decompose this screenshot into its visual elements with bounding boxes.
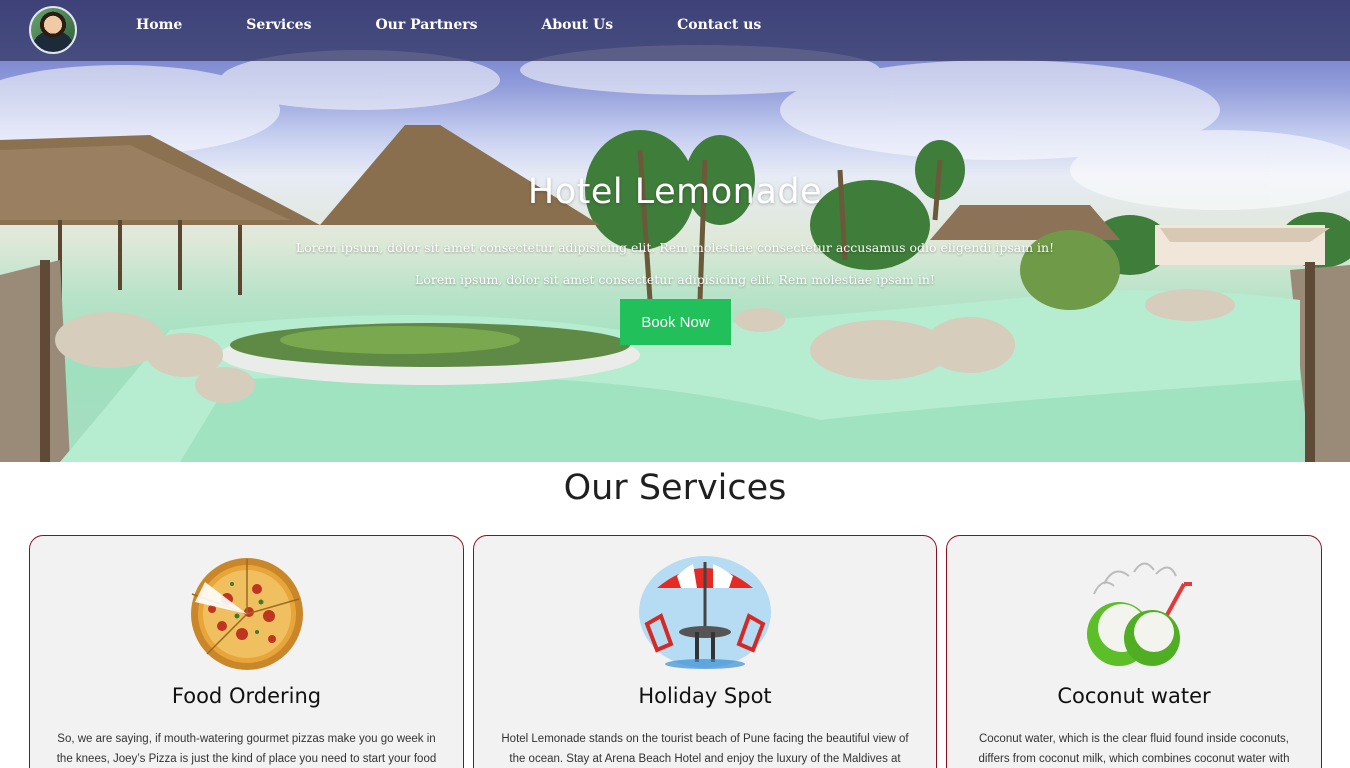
nav-links: Home Services Our Partners About Us Cont… — [104, 0, 793, 61]
coconut-icon — [1087, 562, 1192, 666]
hero-tagline-1: Lorem ipsum, dolor sit amet consectetur … — [295, 240, 1055, 255]
hero-banner: Hotel Lemonade Lorem ipsum, dolor sit am… — [0, 0, 1350, 462]
service-text-coconut: Coconut water, which is the clear fluid … — [978, 733, 1290, 765]
nav-partners-link[interactable]: Our Partners — [343, 0, 509, 61]
service-title-coconut: Coconut water — [1057, 684, 1211, 708]
avatar[interactable] — [29, 6, 77, 54]
service-text-food: So, we are saying, if mouth-watering gou… — [56, 733, 437, 765]
pizza-icon — [190, 558, 303, 670]
nav-about-link[interactable]: About Us — [510, 0, 646, 61]
service-card-food: Food Ordering So, we are saying, if mout… — [29, 535, 464, 768]
services-heading: Our Services — [563, 468, 787, 508]
service-text-holiday: Hotel Lemonade stands on the tourist bea… — [501, 733, 909, 765]
top-navbar: Home Services Our Partners About Us Cont… — [0, 0, 1350, 61]
nav-contact-link[interactable]: Contact us — [645, 0, 793, 61]
service-title-food: Food Ordering — [171, 684, 322, 708]
service-card-coconut: Coconut water Coconut water, which is th… — [946, 535, 1322, 768]
service-title-holiday: Holiday Spot — [638, 684, 772, 708]
beach-umbrella-icon — [639, 556, 771, 669]
resort-pool-photo — [0, 45, 1350, 462]
nav-home-link[interactable]: Home — [104, 0, 214, 61]
book-now-button[interactable]: Book Now — [620, 299, 731, 345]
service-card-holiday: Holiday Spot Hotel Lemonade stands on th… — [473, 535, 937, 768]
hero-tagline-2: Lorem ipsum, dolor sit amet consectetur … — [415, 272, 935, 287]
nav-services-link[interactable]: Services — [214, 0, 343, 61]
hero-title: Hotel Lemonade — [527, 172, 823, 212]
